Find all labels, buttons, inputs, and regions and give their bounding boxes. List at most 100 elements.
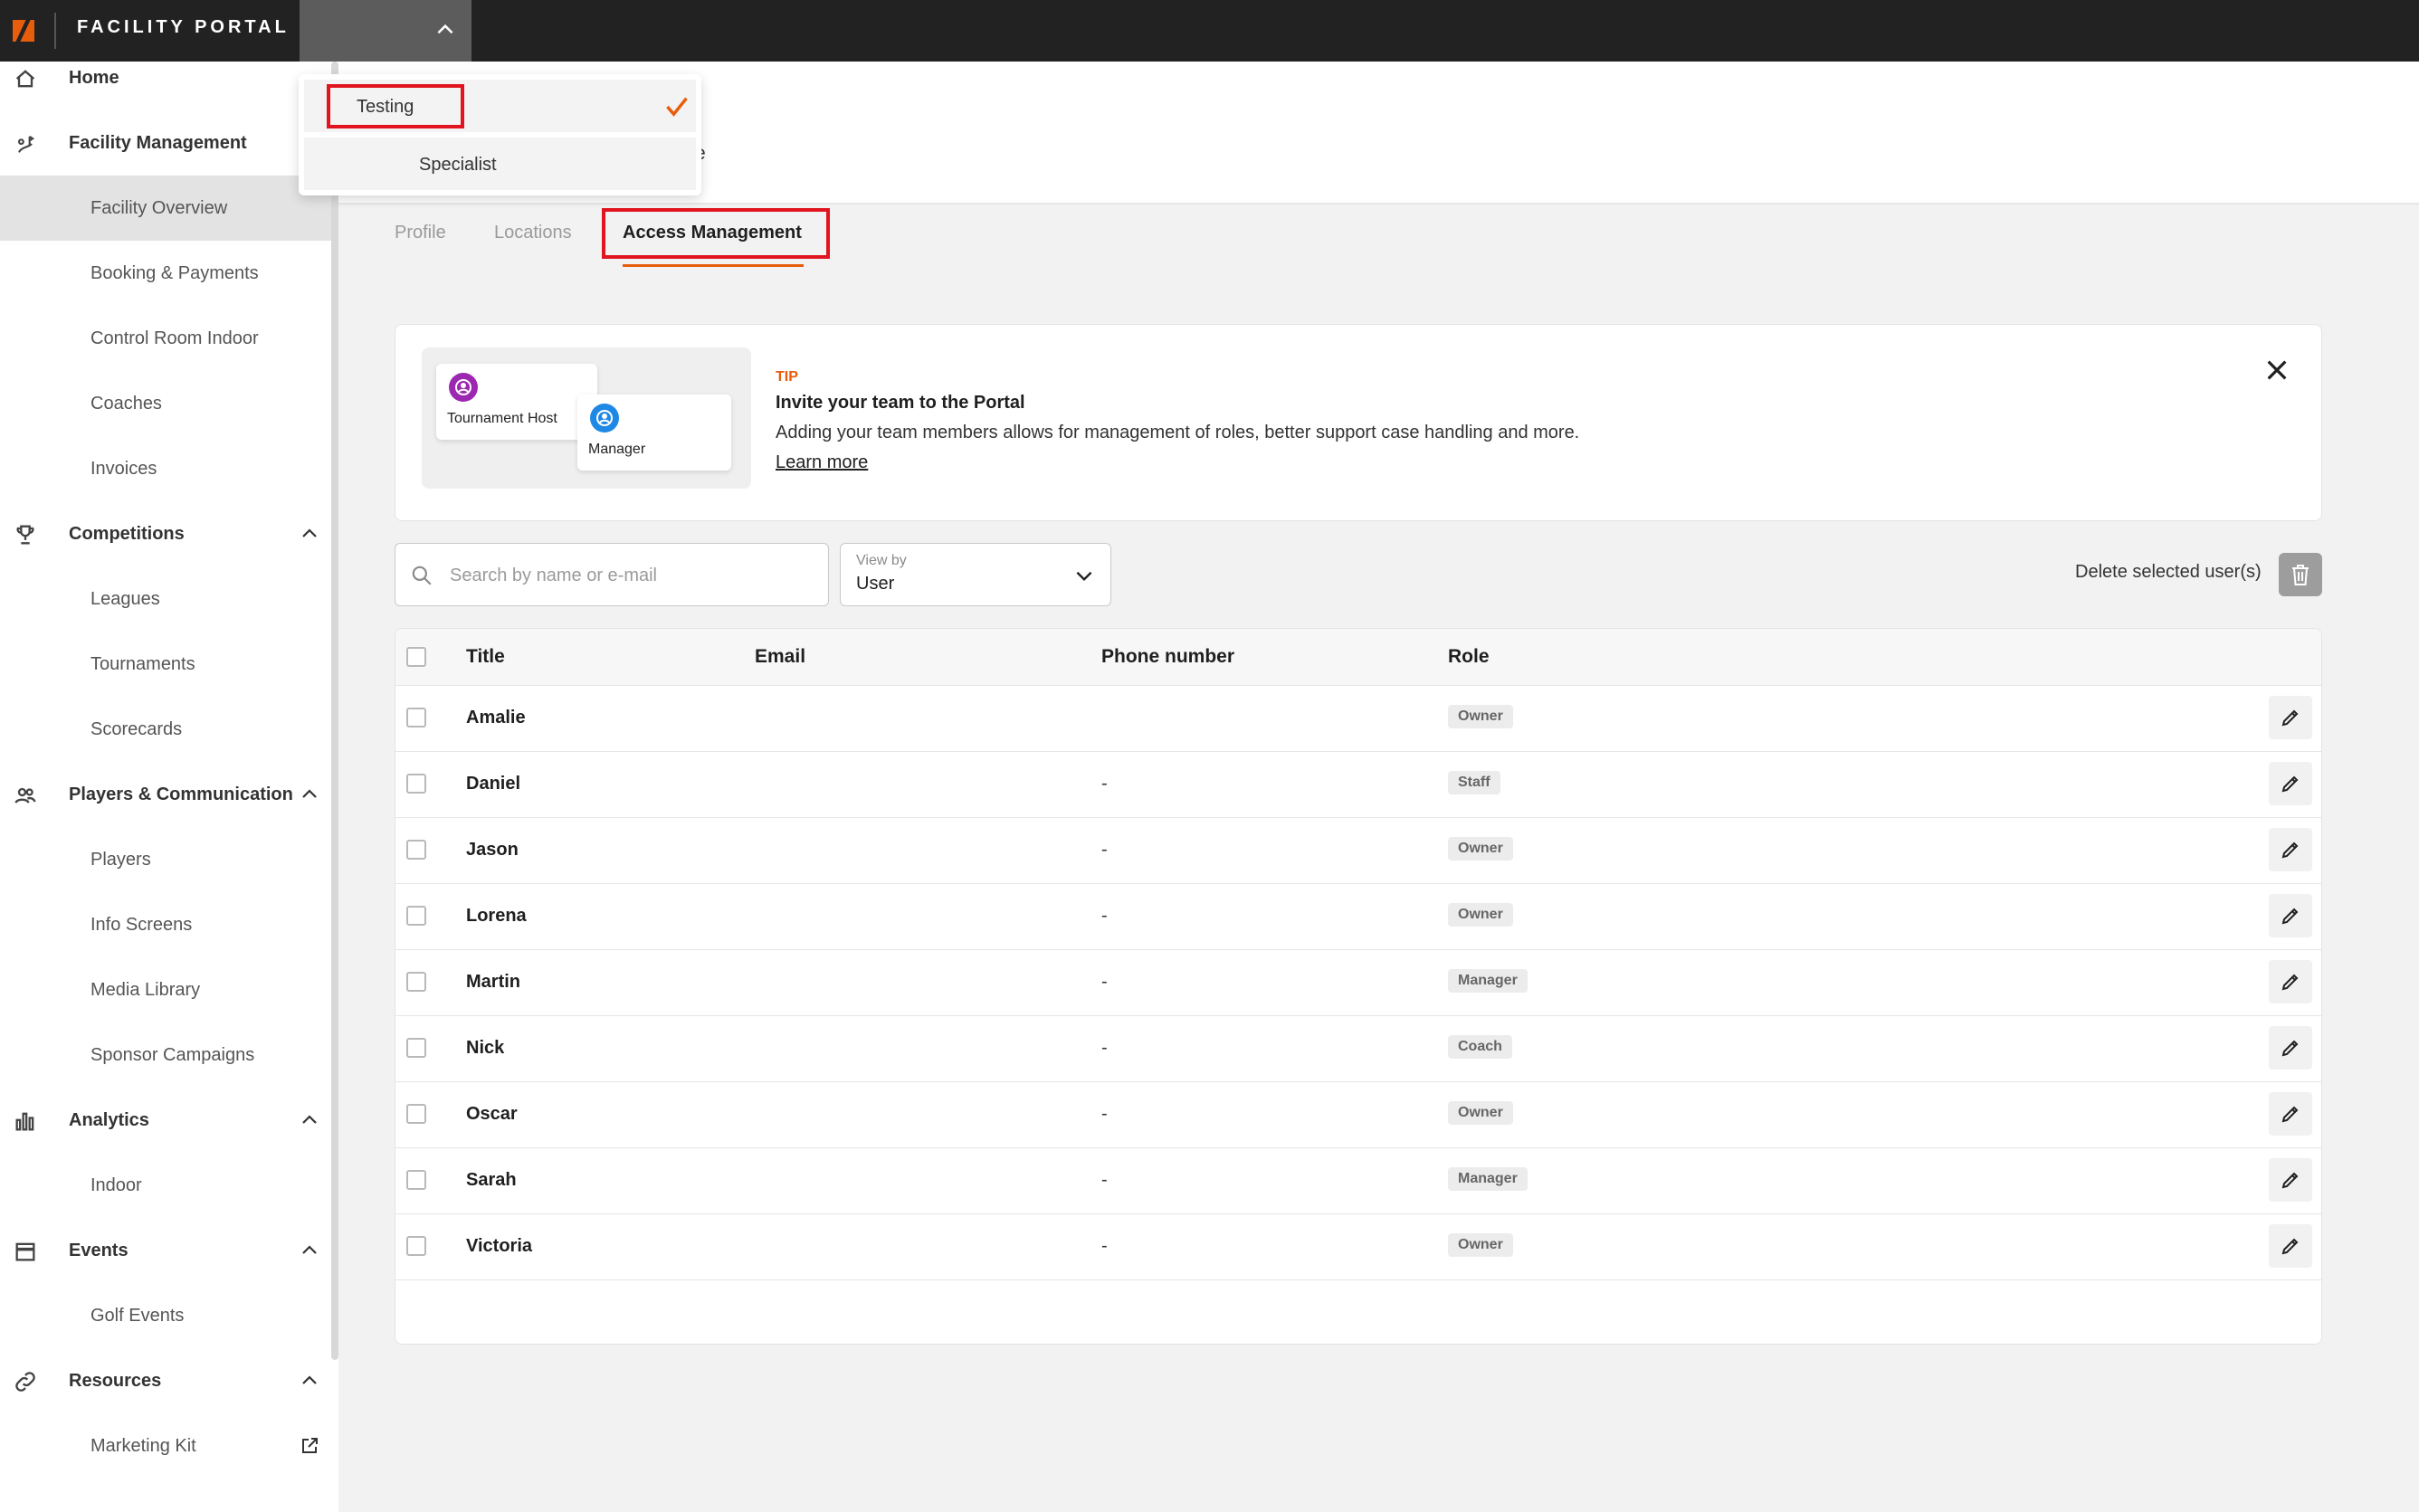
user-phone: - xyxy=(1101,1038,1108,1058)
close-icon[interactable] xyxy=(2262,356,2291,385)
sidebar-item-info-screens[interactable]: Info Screens xyxy=(0,892,331,957)
sidebar-item-resources[interactable]: Resources xyxy=(0,1348,331,1413)
sidebar-item-control-room-indoor[interactable]: Control Room Indoor xyxy=(0,306,331,371)
table-row: Martin - Manager xyxy=(395,949,2321,1016)
sidebar-item-players[interactable]: Players xyxy=(0,827,331,892)
table-row: Lorena - Owner xyxy=(395,883,2321,950)
sidebar-item-label: Marketing Kit xyxy=(90,1436,196,1456)
users-table: Title Email Phone number Role Amalie Owne… xyxy=(395,628,2322,1345)
tab-locations[interactable]: Locations xyxy=(494,223,572,243)
role-badge: Coach xyxy=(1448,1035,1512,1059)
edit-user-button[interactable] xyxy=(2269,960,2312,1003)
edit-user-button[interactable] xyxy=(2269,762,2312,805)
bar-chart-icon xyxy=(15,1112,34,1131)
edit-user-button[interactable] xyxy=(2269,828,2312,871)
sidebar-item-invoices[interactable]: Invoices xyxy=(0,436,331,501)
edit-user-button[interactable] xyxy=(2269,1158,2312,1202)
sidebar-item-booking-payments[interactable]: Booking & Payments xyxy=(0,241,331,306)
edit-user-button[interactable] xyxy=(2269,696,2312,739)
user-phone: - xyxy=(1101,906,1108,926)
sidebar-item-players-communication[interactable]: Players & Communication xyxy=(0,762,331,827)
chevron-up-icon[interactable] xyxy=(299,523,320,545)
facility-option-specialist[interactable]: Specialist xyxy=(304,138,696,190)
sidebar-item-sponsor-campaigns[interactable]: Sponsor Campaigns xyxy=(0,1022,331,1088)
pencil-icon xyxy=(2281,842,2299,859)
person-icon xyxy=(590,404,619,433)
chevron-up-icon[interactable] xyxy=(299,1240,320,1261)
search-input[interactable] xyxy=(448,560,814,591)
illustration-card-host: Tournament Host xyxy=(436,364,597,440)
facility-icon xyxy=(18,135,35,153)
row-checkbox[interactable] xyxy=(406,774,426,794)
column-header-phone[interactable]: Phone number xyxy=(1101,646,1234,668)
delete-selected-button[interactable] xyxy=(2279,553,2322,596)
sidebar-item-facility-overview[interactable]: Facility Overview xyxy=(0,176,331,241)
active-tab-indicator xyxy=(623,264,804,267)
sidebar-item-events[interactable]: Events xyxy=(0,1218,331,1283)
sidebar-item-golf-events[interactable]: Golf Events xyxy=(0,1283,331,1348)
sidebar-item-home[interactable]: Home xyxy=(0,45,331,110)
select-all-checkbox[interactable] xyxy=(406,647,426,667)
edit-user-button[interactable] xyxy=(2269,1092,2312,1136)
edit-user-button[interactable] xyxy=(2269,1026,2312,1070)
tab-profile[interactable]: Profile xyxy=(395,223,446,243)
highlight-box-dropdown xyxy=(327,84,464,128)
tip-title: Invite your team to the Portal xyxy=(776,393,1025,413)
edit-user-button[interactable] xyxy=(2269,1224,2312,1268)
sidebar-scrollbar[interactable] xyxy=(331,62,338,1360)
table-row: Oscar - Owner xyxy=(395,1081,2321,1148)
row-checkbox[interactable] xyxy=(406,1038,426,1058)
chevron-up-icon[interactable] xyxy=(299,1370,320,1392)
sidebar-item-tournaments[interactable]: Tournaments xyxy=(0,632,331,697)
sidebar-item-scorecards[interactable]: Scorecards xyxy=(0,697,331,762)
sidebar-item-label: Facility Management xyxy=(69,133,247,153)
sidebar-item-facility-management[interactable]: Facility Management xyxy=(0,110,331,176)
user-name: Jason xyxy=(466,840,519,860)
user-phone: - xyxy=(1101,1170,1108,1190)
view-by-select[interactable]: View by User xyxy=(840,543,1111,606)
column-header-email[interactable]: Email xyxy=(755,646,805,668)
row-checkbox[interactable] xyxy=(406,1104,426,1124)
sidebar-item-leagues[interactable]: Leagues xyxy=(0,566,331,632)
chevron-up-icon[interactable] xyxy=(299,784,320,805)
pencil-icon xyxy=(2281,974,2299,991)
sidebar-item-label: Sponsor Campaigns xyxy=(90,1045,255,1065)
row-checkbox[interactable] xyxy=(406,1170,426,1190)
role-badge: Owner xyxy=(1448,1101,1513,1125)
row-checkbox[interactable] xyxy=(406,840,426,860)
column-header-title[interactable]: Title xyxy=(466,646,505,668)
row-checkbox[interactable] xyxy=(406,906,426,926)
pencil-icon xyxy=(2281,709,2299,727)
illustration-label-manager: Manager xyxy=(588,442,646,457)
row-checkbox[interactable] xyxy=(406,972,426,992)
user-phone: - xyxy=(1101,972,1108,992)
sidebar-item-analytics[interactable]: Analytics xyxy=(0,1088,331,1153)
learn-more-link[interactable]: Learn more xyxy=(776,452,868,473)
calendar-icon xyxy=(15,1242,35,1261)
sidebar-item-indoor[interactable]: Indoor xyxy=(0,1153,331,1218)
pencil-icon xyxy=(2281,1106,2299,1123)
table-row: Amalie Owner xyxy=(395,685,2321,752)
sidebar-item-coaches[interactable]: Coaches xyxy=(0,371,331,436)
sidebar-item-marketing-kit[interactable]: Marketing Kit xyxy=(0,1413,331,1479)
user-name: Martin xyxy=(466,972,520,992)
sidebar-item-competitions[interactable]: Competitions xyxy=(0,501,331,566)
pencil-icon xyxy=(2281,1040,2299,1057)
person-icon xyxy=(449,373,478,402)
column-header-role[interactable]: Role xyxy=(1448,646,1490,668)
sidebar-item-label: Coaches xyxy=(90,394,162,414)
search-icon xyxy=(412,566,432,585)
user-name: Amalie xyxy=(466,708,526,727)
role-badge: Manager xyxy=(1448,1167,1528,1191)
role-badge: Owner xyxy=(1448,903,1513,927)
illustration-card-manager: Manager xyxy=(577,395,731,471)
edit-user-button[interactable] xyxy=(2269,894,2312,937)
sidebar-item-media-library[interactable]: Media Library xyxy=(0,957,331,1022)
row-checkbox[interactable] xyxy=(406,708,426,727)
sidebar-item-label: Indoor xyxy=(90,1175,142,1195)
trophy-icon xyxy=(16,525,34,545)
chevron-up-icon[interactable] xyxy=(299,1109,320,1131)
row-checkbox[interactable] xyxy=(406,1236,426,1256)
user-name: Sarah xyxy=(466,1170,517,1190)
external-link-icon[interactable] xyxy=(299,1435,320,1457)
